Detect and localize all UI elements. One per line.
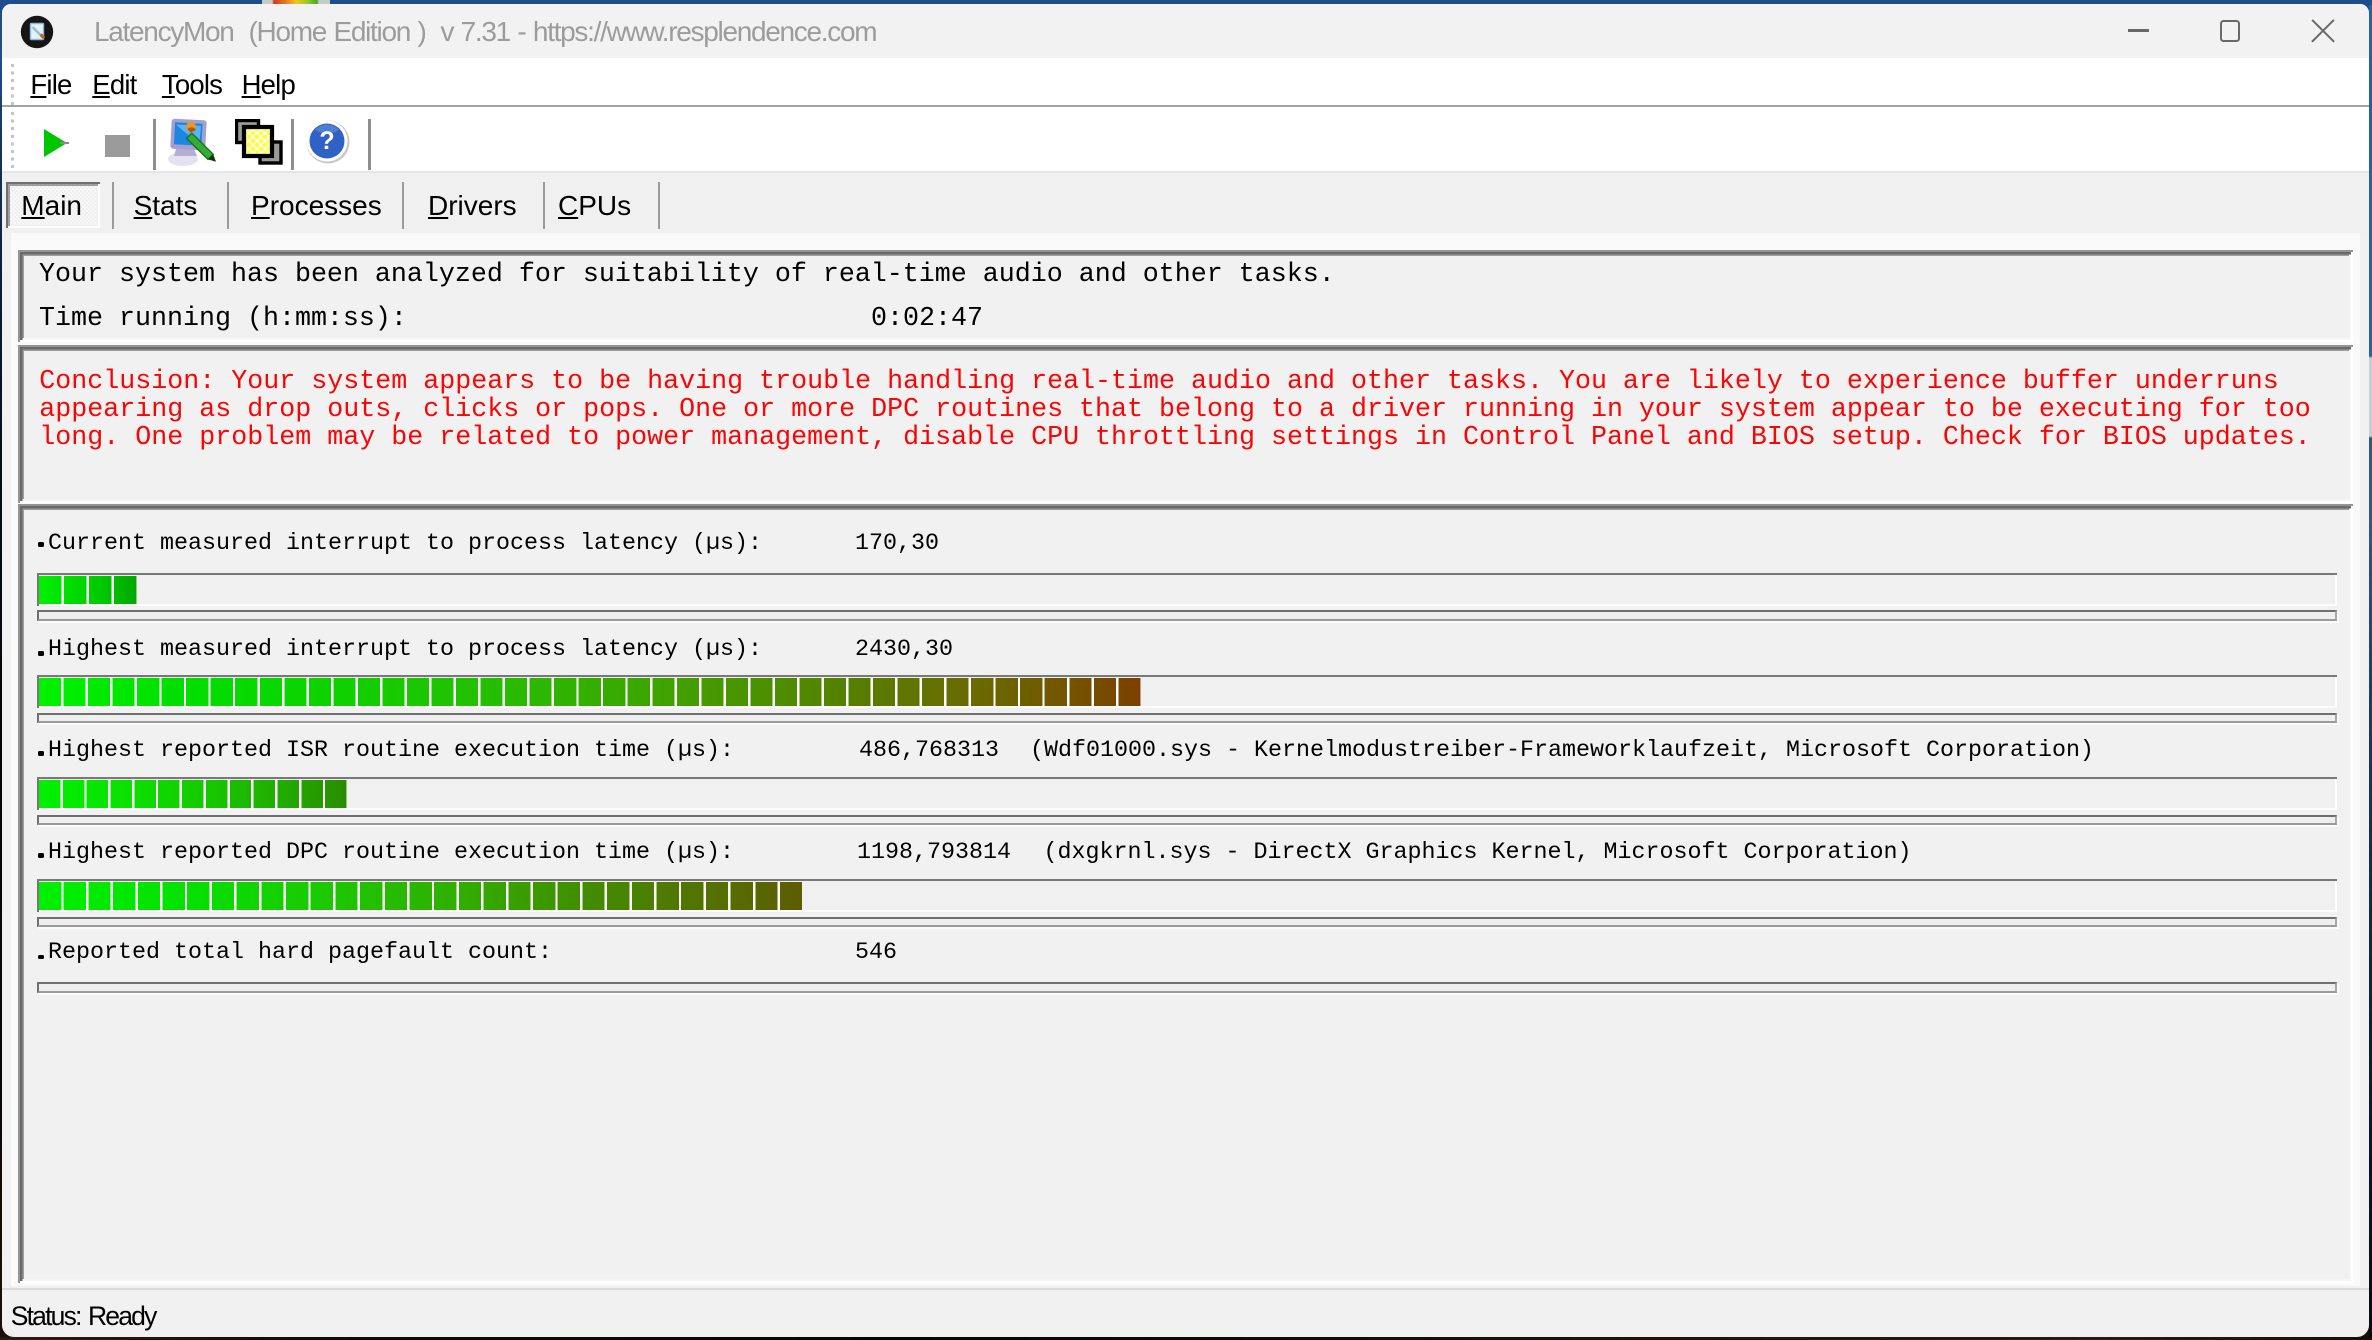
svg-text:?: ?: [319, 127, 334, 155]
